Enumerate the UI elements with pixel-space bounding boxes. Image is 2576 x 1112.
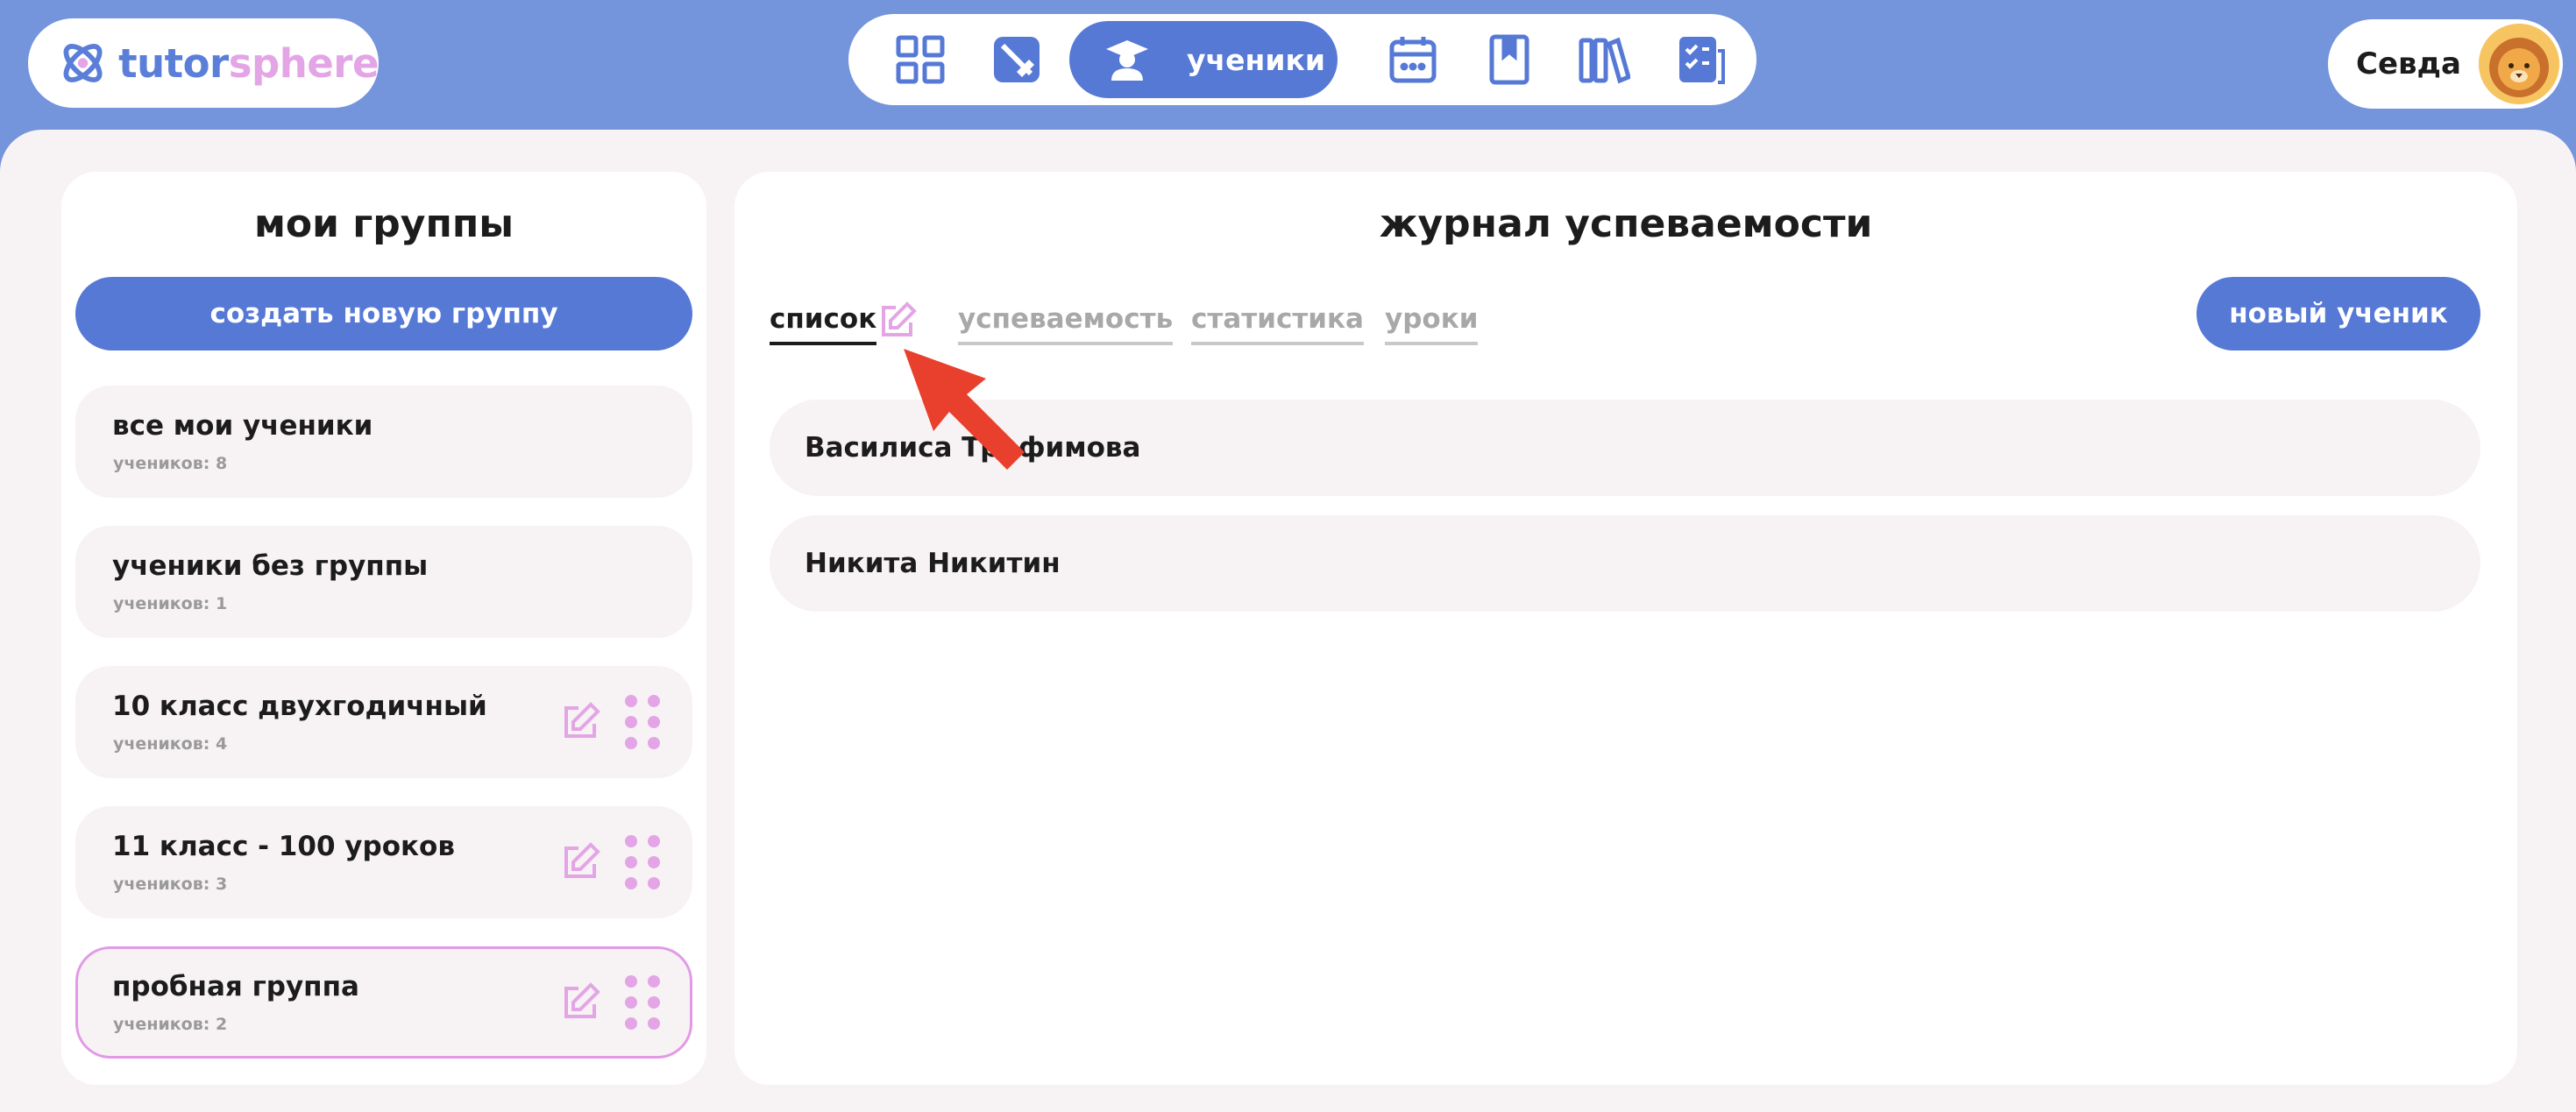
journal-title: журнал успеваемости xyxy=(1379,202,1873,246)
group-count: учеников: 3 xyxy=(113,875,228,894)
calendar-icon[interactable] xyxy=(1385,32,1441,88)
groups-title: мои группы xyxy=(253,202,514,246)
group-item-11-class[interactable]: 11 класс - 100 уроков учеников: 3 xyxy=(75,806,692,918)
group-item-trial[interactable]: пробная группа учеников: 2 xyxy=(75,946,692,1059)
library-icon[interactable] xyxy=(1576,32,1632,88)
group-count: учеников: 4 xyxy=(113,734,228,754)
lion-avatar-icon[interactable] xyxy=(2479,24,2559,104)
group-name: ученики без группы xyxy=(112,550,429,582)
group-name: пробная группа xyxy=(112,971,359,1002)
group-count: учеников: 8 xyxy=(113,454,228,473)
tab-list[interactable]: список xyxy=(770,303,877,345)
no-pen-icon[interactable] xyxy=(989,32,1045,88)
nav-students-tab[interactable]: ученики xyxy=(1069,21,1338,98)
group-name: все мои ученики xyxy=(112,410,373,442)
new-student-button[interactable]: новый ученик xyxy=(2196,277,2480,351)
user-menu[interactable]: Севда xyxy=(2328,19,2563,109)
graduate-icon xyxy=(1106,40,1148,81)
homework-icon[interactable] xyxy=(1672,32,1728,88)
edit-icon[interactable] xyxy=(559,841,601,883)
book-icon[interactable] xyxy=(1481,32,1537,88)
journal-panel: журнал успеваемости список успеваемость … xyxy=(734,172,2517,1085)
drag-handle-icon[interactable] xyxy=(622,973,663,1032)
drag-handle-icon[interactable] xyxy=(622,692,663,752)
user-name: Севда xyxy=(2356,46,2461,81)
tab-performance[interactable]: успеваемость xyxy=(958,303,1174,345)
edit-icon[interactable] xyxy=(878,301,917,340)
group-name: 11 класс - 100 уроков xyxy=(112,831,455,862)
logo-sphere-icon xyxy=(63,44,103,82)
main-nav: ученики xyxy=(848,14,1756,105)
nav-active-label: ученики xyxy=(1187,42,1325,77)
dashboard-icon[interactable] xyxy=(892,32,948,88)
drag-handle-icon[interactable] xyxy=(622,832,663,892)
group-item-all[interactable]: все мои ученики учеников: 8 xyxy=(75,386,692,498)
group-item-no-group[interactable]: ученики без группы учеников: 1 xyxy=(75,526,692,638)
create-group-button[interactable]: создать новую группу xyxy=(75,277,692,351)
student-row[interactable]: Василиса Трофимова xyxy=(770,400,2480,496)
logo-text: tutorsphere xyxy=(118,39,379,87)
logo[interactable]: tutorsphere xyxy=(28,18,380,108)
tab-statistics[interactable]: статистика xyxy=(1191,303,1364,345)
group-count: учеников: 2 xyxy=(113,1015,228,1034)
group-count: учеников: 1 xyxy=(113,594,228,613)
group-item-10-class[interactable]: 10 класс двухгодичный учеников: 4 xyxy=(75,666,692,778)
edit-icon[interactable] xyxy=(559,981,601,1023)
group-name: 10 класс двухгодичный xyxy=(112,691,487,722)
groups-panel: мои группы создать новую группу все мои … xyxy=(61,172,706,1085)
tab-lessons[interactable]: уроки xyxy=(1385,303,1479,345)
student-row[interactable]: Никита Никитин xyxy=(770,515,2480,612)
edit-icon[interactable] xyxy=(559,701,601,743)
